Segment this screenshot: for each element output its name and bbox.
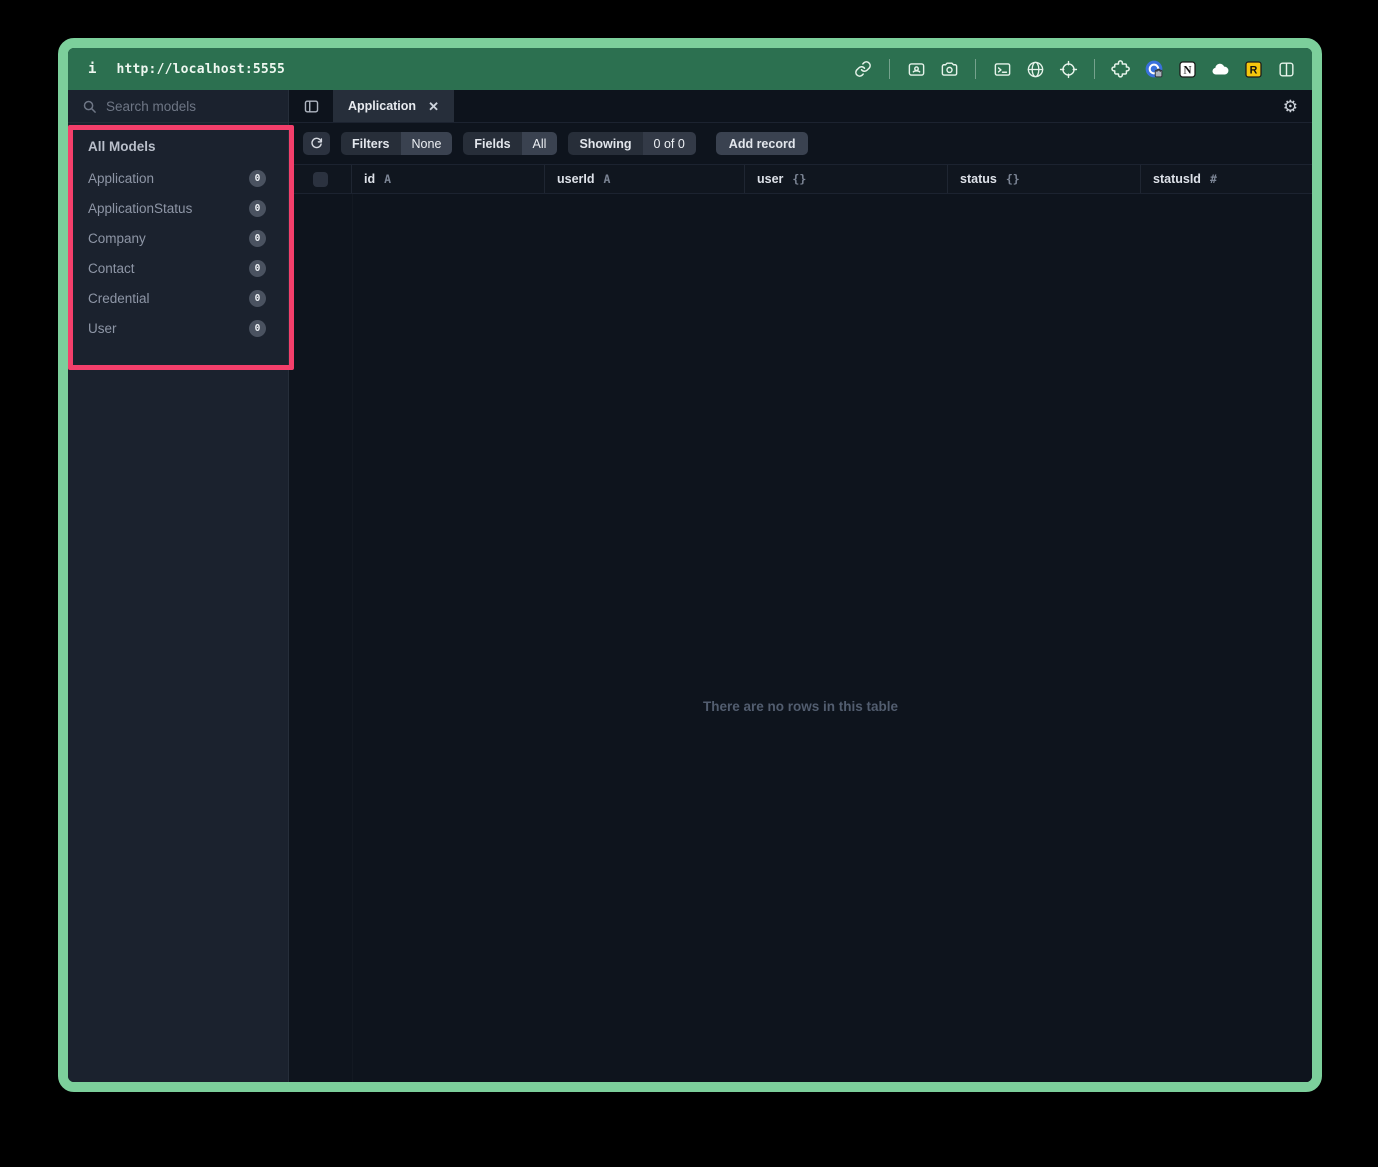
type-object-icon: {}: [1006, 172, 1020, 186]
showing-indicator[interactable]: Showing 0 of 0: [568, 132, 695, 155]
address-url[interactable]: http://localhost:5555: [116, 62, 285, 77]
camera-icon[interactable]: [939, 59, 959, 79]
link-icon[interactable]: [853, 59, 873, 79]
model-label: ApplicationStatus: [88, 201, 192, 216]
tab-label: Application: [348, 99, 416, 113]
settings-gear-icon[interactable]: ⚙: [1283, 90, 1298, 123]
model-label: Credential: [88, 291, 150, 306]
model-label: Contact: [88, 261, 135, 276]
search-models-input[interactable]: [106, 99, 274, 114]
svg-text:R: R: [1249, 64, 1257, 76]
main-panel: Application ✕ ⚙ Filters None Fiel: [289, 90, 1312, 1082]
count-badge: 0: [249, 230, 266, 247]
table-body: There are no rows in this table: [289, 194, 1312, 1082]
sidebar-item-user[interactable]: User 0: [68, 313, 288, 343]
search-row: [68, 90, 288, 123]
models-sidebar: All Models Application 0 ApplicationStat…: [68, 90, 289, 1082]
password-manager-icon[interactable]: [1144, 59, 1164, 79]
showing-value: 0 of 0: [643, 132, 696, 155]
type-string-icon: A: [384, 172, 391, 186]
type-number-icon: #: [1210, 172, 1217, 186]
select-all-checkbox[interactable]: [313, 172, 328, 187]
crosshair-icon[interactable]: [1058, 59, 1078, 79]
toolbar-separator: [889, 59, 890, 79]
type-string-icon: A: [604, 172, 611, 186]
models-section-title: All Models: [68, 139, 288, 154]
model-label: Company: [88, 231, 146, 246]
column-header-userid[interactable]: userId A: [545, 165, 745, 193]
filters-button[interactable]: Filters None: [341, 132, 452, 155]
count-badge: 0: [249, 200, 266, 217]
count-badge: 0: [249, 290, 266, 307]
filters-label: Filters: [341, 132, 401, 155]
info-icon: i: [88, 61, 96, 77]
add-record-button[interactable]: Add record: [716, 132, 809, 155]
screenshot-icon[interactable]: [906, 59, 926, 79]
cloud-icon[interactable]: [1210, 59, 1230, 79]
column-divider: [352, 194, 353, 1082]
globe-icon[interactable]: [1025, 59, 1045, 79]
sidebar-toggle-icon[interactable]: [289, 90, 333, 122]
sidebar-item-credential[interactable]: Credential 0: [68, 283, 288, 313]
model-label: Application: [88, 171, 154, 186]
tab-application[interactable]: Application ✕: [333, 90, 454, 122]
column-header-id[interactable]: id A: [352, 165, 545, 193]
table-header: id A userId A user {} status {} statusId: [289, 164, 1312, 194]
extension-puzzle-icon[interactable]: [1111, 59, 1131, 79]
toolbar-separator: [975, 59, 976, 79]
fields-label: Fields: [463, 132, 521, 155]
refresh-button[interactable]: [303, 132, 330, 155]
filters-value: None: [401, 132, 453, 155]
table-toolbar: Filters None Fields All Showing 0 of 0 A…: [289, 123, 1312, 164]
count-badge: 0: [249, 170, 266, 187]
titlebar-toolbar: N R: [853, 59, 1296, 79]
svg-text:N: N: [1183, 64, 1191, 76]
sidebar-item-company[interactable]: Company 0: [68, 223, 288, 253]
search-icon: [82, 99, 97, 114]
column-header-status[interactable]: status {}: [948, 165, 1141, 193]
sidebar-item-contact[interactable]: Contact 0: [68, 253, 288, 283]
fields-value: All: [522, 132, 558, 155]
count-badge: 0: [249, 260, 266, 277]
notion-icon[interactable]: N: [1177, 59, 1197, 79]
models-list: All Models Application 0 ApplicationStat…: [68, 139, 288, 343]
app-window: i http://localhost:5555: [58, 38, 1322, 1092]
sidebar-item-applicationstatus[interactable]: ApplicationStatus 0: [68, 193, 288, 223]
column-header-statusid[interactable]: statusId #: [1141, 165, 1312, 193]
fields-button[interactable]: Fields All: [463, 132, 557, 155]
tab-close-icon[interactable]: ✕: [428, 100, 439, 113]
terminal-icon[interactable]: [992, 59, 1012, 79]
tab-bar: Application ✕ ⚙: [289, 90, 1312, 123]
browser-titlebar: i http://localhost:5555: [68, 48, 1312, 90]
select-all-cell: [289, 165, 352, 193]
toolbar-separator: [1094, 59, 1095, 79]
type-object-icon: {}: [792, 172, 806, 186]
split-view-icon[interactable]: [1276, 59, 1296, 79]
raycast-icon[interactable]: R: [1243, 59, 1263, 79]
sidebar-item-application[interactable]: Application 0: [68, 163, 288, 193]
count-badge: 0: [249, 320, 266, 337]
empty-table-message: There are no rows in this table: [289, 699, 1312, 714]
model-label: User: [88, 321, 117, 336]
column-header-user[interactable]: user {}: [745, 165, 948, 193]
showing-label: Showing: [568, 132, 642, 155]
